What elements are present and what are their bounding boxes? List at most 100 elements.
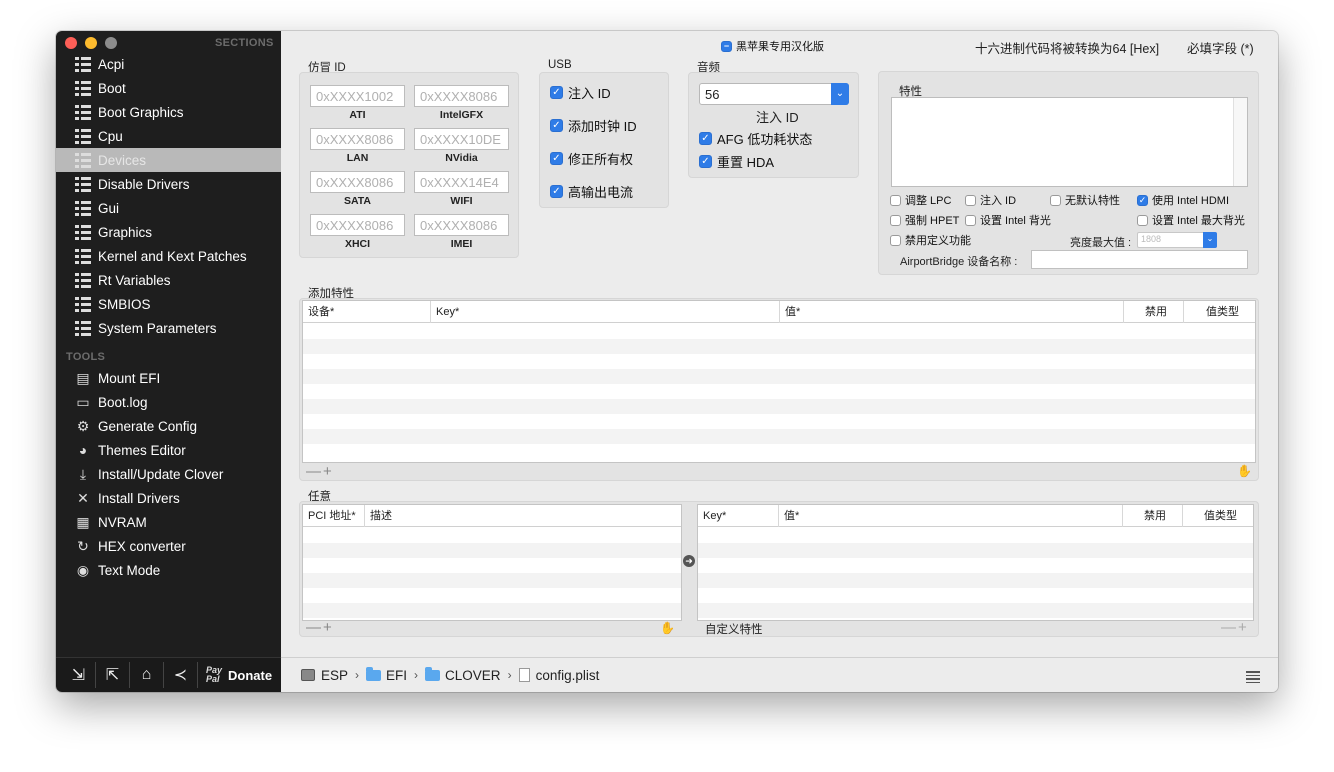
export-icon: ⇱: [105, 667, 120, 684]
import-button[interactable]: ⇲: [62, 662, 96, 688]
sidebar-item-kernel-and-kext-patches[interactable]: Kernel and Kext Patches: [56, 244, 281, 268]
tool-generate-config[interactable]: ⚙ Generate Config: [56, 414, 281, 438]
drag-hand-icon[interactable]: ✋: [660, 621, 675, 635]
zoom-window-button[interactable]: [105, 37, 117, 49]
table-row[interactable]: [698, 603, 1253, 618]
fake-id-intelgfx-input[interactable]: 0xXXXX8086: [414, 85, 509, 107]
property-option-7-checkbox[interactable]: 禁用定义功能: [890, 232, 971, 248]
tool-hex-converter[interactable]: ↻ HEX converter: [56, 534, 281, 558]
sidebar-item-boot[interactable]: Boot: [56, 76, 281, 100]
tool-mount-efi[interactable]: ▤ Mount EFI: [56, 366, 281, 390]
col-value[interactable]: 值*: [779, 505, 1123, 527]
remove-row-button[interactable]: —: [306, 463, 321, 480]
menu-icon[interactable]: [1246, 671, 1260, 685]
fake-id-ati-input[interactable]: 0xXXXX1002: [310, 85, 405, 107]
drag-hand-icon[interactable]: ✋: [1237, 464, 1252, 478]
tool-install-drivers[interactable]: ✕ Install Drivers: [56, 486, 281, 510]
add-row-button[interactable]: +: [323, 463, 332, 480]
add-custom-button[interactable]: +: [1238, 619, 1247, 636]
sidebar-item-disable-drivers[interactable]: Disable Drivers: [56, 172, 281, 196]
col-description[interactable]: 描述: [365, 505, 681, 527]
sidebar-item-cpu[interactable]: Cpu: [56, 124, 281, 148]
remove-pci-button[interactable]: —: [306, 619, 321, 636]
crumb-esp[interactable]: ESP: [301, 668, 348, 683]
sidebar-item-devices[interactable]: Devices: [56, 148, 281, 172]
table-row[interactable]: [303, 369, 1255, 384]
table-row[interactable]: [303, 543, 681, 558]
col-pci-address[interactable]: PCI 地址*: [303, 505, 365, 527]
property-option-5-checkbox[interactable]: 设置 Intel 背光: [965, 212, 1051, 228]
col-disabled[interactable]: 禁用: [1124, 301, 1184, 323]
tool-install-update-clover[interactable]: ⤓ Install/Update Clover: [56, 462, 281, 486]
close-window-button[interactable]: [65, 37, 77, 49]
sidebar-item-graphics[interactable]: Graphics: [56, 220, 281, 244]
chevron-down-icon[interactable]: ⌄: [1203, 232, 1217, 248]
share-button[interactable]: ≺: [164, 662, 198, 688]
export-button[interactable]: ⇱: [96, 662, 130, 688]
arbitrary-pci-table[interactable]: PCI 地址* 描述: [302, 504, 682, 621]
fake-id-group: 0xXXXX1002 ATI 0xXXXX8086 IntelGFX 0xXXXX808…: [299, 72, 519, 258]
fake-id-lan-input[interactable]: 0xXXXX8086: [310, 128, 405, 150]
arbitrary-custom-table[interactable]: Key* 值* 禁用 值类型: [697, 504, 1254, 621]
fake-id-sata-input[interactable]: 0xXXXX8086: [310, 171, 405, 193]
fake-id-wifi-input[interactable]: 0xXXXX14E4: [414, 171, 509, 193]
crumb-config[interactable]: config.plist: [518, 668, 599, 683]
audio-option-0-checkbox[interactable]: ✓ AFG 低功耗状态: [699, 129, 812, 148]
arrow-right-icon[interactable]: ➜: [683, 555, 695, 567]
tool-boot-log[interactable]: ▭ Boot.log: [56, 390, 281, 414]
audio-inject-combo[interactable]: 56 ⌄: [699, 83, 849, 105]
tool-nvram[interactable]: ▦ NVRAM: [56, 510, 281, 534]
col-type[interactable]: 值类型: [1184, 301, 1256, 323]
remove-custom-button[interactable]: —: [1221, 619, 1236, 636]
properties-textarea[interactable]: [891, 97, 1248, 187]
sidebar-item-system-parameters[interactable]: System Parameters: [56, 316, 281, 340]
fake-id-nvidia-input[interactable]: 0xXXXX10DE: [414, 128, 509, 150]
table-row[interactable]: [303, 399, 1255, 414]
table-row[interactable]: [303, 573, 681, 588]
col-value[interactable]: 值*: [780, 301, 1124, 323]
crumb-efi[interactable]: EFI: [366, 666, 407, 683]
col-type[interactable]: 值类型: [1183, 505, 1253, 527]
sidebar-item-boot-graphics[interactable]: Boot Graphics: [56, 100, 281, 124]
donate-button[interactable]: Pay Pal Donate: [206, 666, 272, 684]
table-row[interactable]: [303, 339, 1255, 354]
audio-option-1-checkbox[interactable]: ✓ 重置 HDA: [699, 152, 774, 171]
tool-themes-editor[interactable]: ◕ Themes Editor: [56, 438, 281, 462]
table-row[interactable]: [303, 603, 681, 618]
localized-checkbox[interactable]: − 黑苹果专用汉化版: [721, 38, 824, 54]
sidebar-item-gui[interactable]: Gui: [56, 196, 281, 220]
sidebar-item-rt-variables[interactable]: Rt Variables: [56, 268, 281, 292]
property-option-2-checkbox[interactable]: 无默认特性: [1050, 192, 1120, 208]
table-row[interactable]: [698, 543, 1253, 558]
col-key[interactable]: Key*: [698, 505, 779, 527]
crumb-clover[interactable]: CLOVER: [425, 666, 501, 683]
col-device[interactable]: 设备*: [303, 301, 431, 323]
minimize-window-button[interactable]: [85, 37, 97, 49]
home-button[interactable]: ⌂: [130, 662, 164, 688]
property-option-3-checkbox[interactable]: ✓ 使用 Intel HDMI: [1137, 192, 1229, 208]
property-option-0-checkbox[interactable]: 调整 LPC: [890, 192, 951, 208]
property-option-4-checkbox[interactable]: 强制 HPET: [890, 212, 959, 228]
usb-option-1-checkbox[interactable]: ✓ 添加时钟 ID: [550, 116, 637, 135]
fake-id-imei-input[interactable]: 0xXXXX8086: [414, 214, 509, 236]
brightness-combo[interactable]: 1808 ⌄: [1137, 232, 1217, 248]
sections-header: SECTIONS: [215, 37, 274, 49]
table-row[interactable]: [303, 429, 1255, 444]
col-key[interactable]: Key*: [431, 301, 780, 323]
usb-option-0-checkbox[interactable]: ✓ 注入 ID: [550, 83, 611, 102]
add-pci-button[interactable]: +: [323, 619, 332, 636]
sidebar-item-smbios[interactable]: SMBIOS: [56, 292, 281, 316]
col-disabled[interactable]: 禁用: [1123, 505, 1183, 527]
usb-option-3-checkbox[interactable]: ✓ 高输出电流: [550, 182, 633, 201]
airport-input[interactable]: [1031, 250, 1248, 269]
add-properties-table[interactable]: 设备* Key* 值* 禁用 值类型: [302, 300, 1256, 463]
fake-id-xhci-input[interactable]: 0xXXXX8086: [310, 214, 405, 236]
textarea-scrollbar[interactable]: [1233, 98, 1247, 186]
property-option-6-checkbox[interactable]: 设置 Intel 最大背光: [1137, 212, 1245, 228]
usb-option-2-checkbox[interactable]: ✓ 修正所有权: [550, 149, 633, 168]
table-row[interactable]: [698, 573, 1253, 588]
sidebar-item-acpi[interactable]: Acpi: [56, 52, 281, 76]
property-option-1-checkbox[interactable]: 注入 ID: [965, 192, 1016, 208]
tool-text-mode[interactable]: ◉ Text Mode: [56, 558, 281, 582]
chevron-down-icon[interactable]: ⌄: [831, 83, 849, 105]
